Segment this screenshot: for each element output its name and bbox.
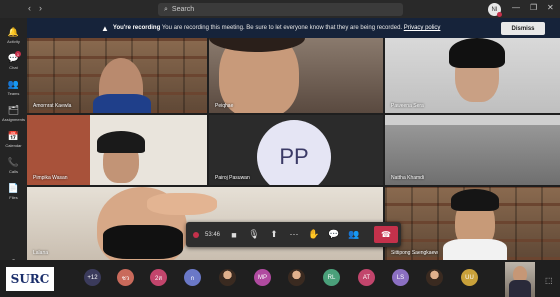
app-rail: 🔔 Activity 💬 Chat 1 👥 Teams 🗂 Assignment… <box>0 18 27 297</box>
rail-item-files[interactable]: 📄 Files <box>0 178 27 204</box>
banner-message: You are recording this meeting. Be sure … <box>161 25 403 31</box>
participant-name: Pimpika Wasan <box>33 175 68 181</box>
video-tile[interactable]: Peiqhae <box>209 38 383 113</box>
recording-icon: ▲ <box>101 23 109 33</box>
bell-icon: 🔔 <box>7 26 20 37</box>
banner-text: You're recording You are recording this … <box>113 25 441 31</box>
participant-photo-chip[interactable] <box>288 269 305 286</box>
chat-icon[interactable]: 💬 <box>324 229 344 240</box>
rail-item-calls[interactable]: 📞 Calls <box>0 152 27 178</box>
participant-photo-chip[interactable] <box>426 269 443 286</box>
participant-name: Lalana <box>33 250 49 256</box>
rail-item-assignments[interactable]: 🗂 Assignments <box>0 100 27 126</box>
participant-name: Paweena Sera <box>391 103 424 109</box>
camera-icon[interactable]: ■ <box>224 230 244 240</box>
hang-up-icon: ☎ <box>381 230 391 239</box>
video-tile[interactable]: Pimpika Wasan <box>27 115 207 185</box>
nav-arrows: ‹ › <box>28 3 42 13</box>
calendar-icon: 📅 <box>7 130 20 141</box>
participant-chip[interactable]: UU <box>461 269 478 286</box>
video-tile[interactable]: Paweena Sera <box>385 38 560 113</box>
rail-item-teams[interactable]: 👥 Teams <box>0 74 27 100</box>
close-icon[interactable]: ✕ <box>547 3 554 12</box>
raise-hand-icon[interactable]: ✋ <box>304 229 324 240</box>
video-tile[interactable]: Sittipong Saengkaew <box>385 187 560 260</box>
participant-chip[interactable]: LS <box>392 269 409 286</box>
participant-name: Amornrat Kaewla <box>33 103 72 109</box>
participants-icon[interactable]: 👥 <box>344 229 364 240</box>
assignments-icon: 🗂 <box>7 104 20 115</box>
more-options-icon[interactable]: ⋯ <box>284 229 304 240</box>
file-icon: 📄 <box>7 182 20 193</box>
rail-item-activity[interactable]: 🔔 Activity <box>0 22 27 48</box>
teams-icon: 👥 <box>7 78 20 89</box>
maximize-icon[interactable]: ❐ <box>530 3 537 12</box>
participant-hair <box>451 189 499 211</box>
self-view-tile[interactable] <box>505 262 535 297</box>
expand-icon[interactable]: ⬚ <box>545 276 553 285</box>
rail-item-calendar[interactable]: 📅 Calendar <box>0 126 27 152</box>
organization-logo: SURC <box>6 267 54 291</box>
participant-initials-avatar: PP <box>257 120 331 185</box>
search-icon: ⌕ <box>164 5 168 13</box>
rail-item-chat[interactable]: 💬 Chat 1 <box>0 48 27 74</box>
title-bar: ‹ › ⌕ Search NI — ❐ ✕ <box>0 0 560 18</box>
recording-indicator-icon <box>193 231 199 238</box>
phone-icon: 📞 <box>7 156 20 167</box>
meeting-timer: 53:46 <box>205 231 221 238</box>
participant-chip[interactable]: MP <box>254 269 271 286</box>
more-participants-button[interactable]: +12 <box>84 269 101 286</box>
meeting-controls: 53:46 ■ 🎙 ⬆ ⋯ ✋ 💬 👥 ☎ <box>186 222 401 247</box>
participant-hair <box>97 131 145 153</box>
banner-title: You're recording <box>112 25 161 31</box>
search-placeholder: Search <box>171 6 195 13</box>
participant-shirt <box>443 239 507 260</box>
participant-chip[interactable]: ก <box>184 269 201 286</box>
search-input[interactable]: ⌕ Search <box>158 3 403 16</box>
participant-chip[interactable]: 2ส <box>150 269 167 286</box>
privacy-policy-link[interactable]: Privacy policy <box>404 25 441 31</box>
busy-status-icon <box>497 12 502 17</box>
participant-hair <box>449 38 505 68</box>
microphone-icon[interactable]: 🎙 <box>244 229 264 240</box>
video-tile[interactable]: Amornrat Kaewla <box>27 38 207 113</box>
participant-chip[interactable]: RL <box>323 269 340 286</box>
ceiling-light <box>385 115 560 125</box>
participant-hand <box>147 193 217 215</box>
participant-chip[interactable]: AT <box>358 269 375 286</box>
self-shirt <box>509 280 531 297</box>
dismiss-button[interactable]: Dismiss <box>501 22 545 35</box>
participant-name: Peiqhae <box>215 103 234 109</box>
account-avatar[interactable]: NI <box>488 3 502 17</box>
recording-banner: ▲ You're recording You are recording thi… <box>27 18 560 38</box>
participant-shirt <box>93 94 151 113</box>
minimize-icon[interactable]: — <box>512 3 520 12</box>
back-arrow-icon[interactable]: ‹ <box>28 3 31 13</box>
participant-name: Nattha Khamdi <box>391 175 425 181</box>
participant-chip[interactable]: ชว <box>117 269 134 286</box>
participant-name: Pairoj Pasuwan <box>215 175 250 181</box>
video-tile[interactable]: Nattha Khamdi <box>385 115 560 185</box>
unread-badge: 1 <box>15 51 21 57</box>
participant-name: Sittipong Saengkaew <box>391 250 438 256</box>
participant-photo-chip[interactable] <box>219 269 236 286</box>
video-tile[interactable]: PP Pairoj Pasuwan <box>209 115 383 185</box>
forward-arrow-icon[interactable]: › <box>39 3 42 13</box>
leave-call-button[interactable]: ☎ <box>374 226 398 243</box>
share-screen-icon[interactable]: ⬆ <box>264 229 284 240</box>
face-mask <box>103 225 183 259</box>
